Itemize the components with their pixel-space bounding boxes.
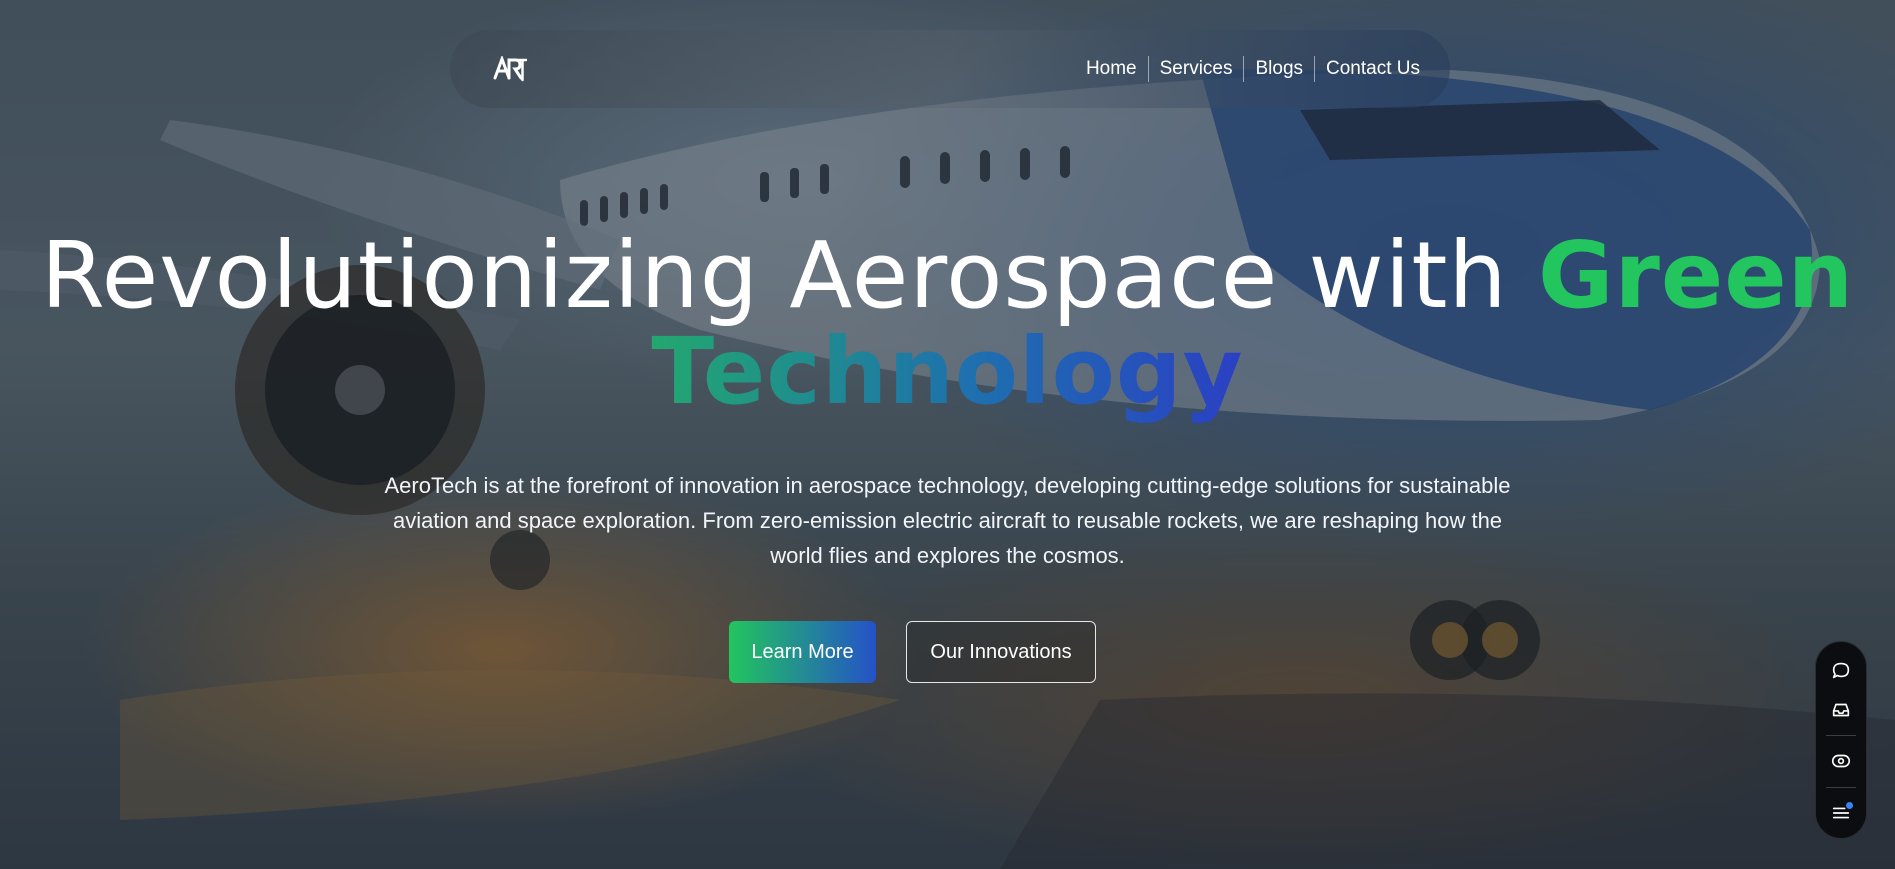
- brand-logo[interactable]: [490, 49, 530, 89]
- logo-icon: [493, 56, 527, 82]
- nav-divider: [1314, 56, 1316, 82]
- hero-title-green: Green: [1537, 222, 1855, 329]
- eye-icon: [1831, 754, 1851, 768]
- hero-description: AeroTech is at the forefront of innovati…: [384, 473, 1511, 568]
- nav-links: Home Services Blogs Contact Us: [1076, 56, 1430, 82]
- chat-bubble-icon: [1832, 663, 1850, 679]
- background-overlay: [0, 0, 1895, 869]
- nav-home[interactable]: Home: [1076, 58, 1147, 80]
- inbox-icon: [1832, 703, 1850, 717]
- top-navbar: Home Services Blogs Contact Us: [450, 30, 1450, 108]
- hero-title-plain: Revolutionizing Aerospace with: [40, 222, 1508, 329]
- hero-title: Revolutionizing Aerospace with Green Tec…: [0, 228, 1895, 420]
- floating-side-toolbar: [1815, 641, 1867, 839]
- inbox-button[interactable]: [1826, 696, 1856, 725]
- nav-services[interactable]: Services: [1150, 58, 1243, 80]
- learn-more-button[interactable]: Learn More: [729, 621, 876, 683]
- our-innovations-button[interactable]: Our Innovations: [906, 621, 1096, 683]
- nav-blogs[interactable]: Blogs: [1245, 58, 1313, 80]
- notification-dot: [1846, 801, 1853, 809]
- menu-button[interactable]: [1826, 799, 1856, 828]
- hero-title-gradient: Technology: [651, 318, 1244, 425]
- chat-button[interactable]: [1826, 656, 1856, 685]
- hero-actions: Learn More Our Innovations: [0, 621, 1895, 683]
- nav-divider: [1243, 56, 1245, 82]
- nav-divider: [1147, 56, 1149, 82]
- nav-contact-us[interactable]: Contact Us: [1316, 58, 1430, 80]
- toolbar-divider: [1826, 735, 1856, 737]
- preview-button[interactable]: [1826, 747, 1856, 776]
- toolbar-divider: [1826, 786, 1856, 788]
